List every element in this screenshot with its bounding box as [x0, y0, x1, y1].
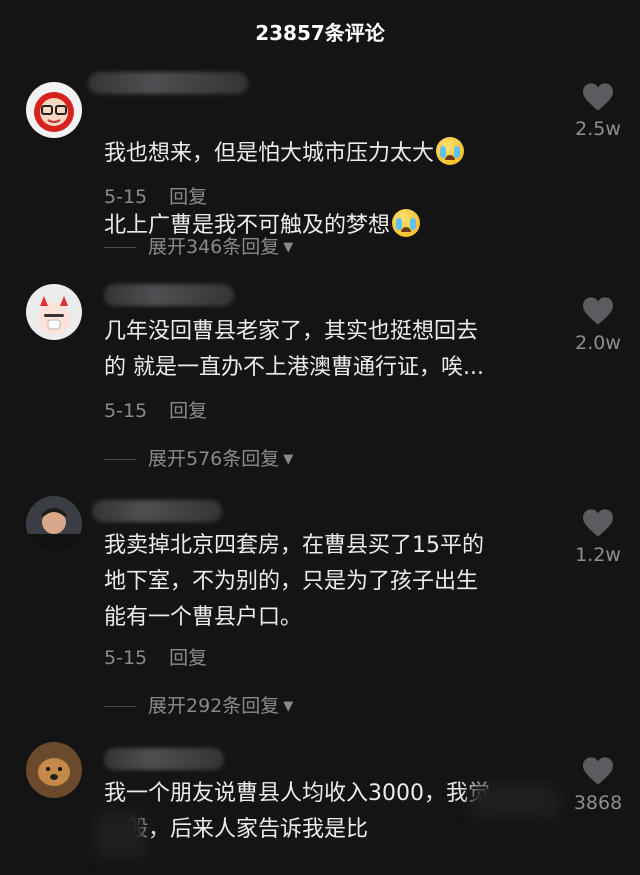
- comment-meta: 5-15 回复: [104, 396, 207, 423]
- comment-meta: 5-15 回复: [104, 643, 207, 670]
- caret-down-icon: ▼: [283, 240, 294, 255]
- blur-overlay: [96, 810, 146, 860]
- expand-replies-button[interactable]: 展开346条回复 ▼: [104, 232, 293, 259]
- like-count: 2.5w: [575, 118, 621, 140]
- comment-text: 几年没回曹县老家了，其实也挺想回去 的 就是一直办不上港澳曹通行证，唉...: [104, 319, 484, 380]
- heart-icon: [583, 83, 613, 111]
- expand-replies-label: 展开292条回复: [148, 695, 280, 717]
- crying-emoji-icon: [392, 209, 421, 237]
- expand-replies-label: 展开346条回复: [148, 236, 280, 258]
- comments-title: 23857条评论: [255, 21, 385, 45]
- reply-button[interactable]: 回复: [169, 186, 207, 208]
- comment-meta: 5-15 回复: [104, 182, 207, 209]
- heart-icon: [583, 509, 613, 537]
- divider-line: [104, 706, 136, 707]
- expand-replies-button[interactable]: 展开292条回复 ▼: [104, 691, 293, 718]
- like-button[interactable]: 2.5w: [566, 82, 630, 140]
- comment-date: 5-15: [104, 400, 148, 422]
- like-button[interactable]: 3868: [566, 756, 630, 814]
- like-button[interactable]: 2.0w: [566, 296, 630, 354]
- heart-icon: [583, 297, 613, 325]
- comment-date: 5-15: [104, 647, 148, 669]
- crying-emoji-icon: [436, 137, 465, 165]
- comment-text-line: 我也想来，但是怕大城市压力太大: [104, 141, 435, 166]
- divider-line: [104, 459, 136, 460]
- like-button[interactable]: 1.2w: [566, 508, 630, 566]
- avatar[interactable]: [26, 742, 82, 798]
- caret-down-icon: ▼: [283, 699, 294, 714]
- username-blurred[interactable]: [88, 72, 248, 94]
- expand-replies-label: 展开576条回复: [148, 448, 280, 470]
- comment-text: 我卖掉北京四套房，在曹县买了15平的 地下室，不为别的，只是为了孩子出生 能有一…: [104, 533, 484, 630]
- comment-date: 5-15: [104, 186, 148, 208]
- reply-button[interactable]: 回复: [169, 647, 207, 669]
- heart-icon: [583, 757, 613, 785]
- blur-overlay: [470, 784, 560, 818]
- like-count: 1.2w: [575, 544, 621, 566]
- like-count: 2.0w: [575, 332, 621, 354]
- username-blurred[interactable]: [104, 748, 224, 770]
- reply-button[interactable]: 回复: [169, 400, 207, 422]
- username-blurred[interactable]: [104, 284, 234, 306]
- username-blurred[interactable]: [92, 500, 222, 522]
- expand-replies-button[interactable]: 展开576条回复 ▼: [104, 444, 293, 471]
- avatar[interactable]: [26, 82, 82, 138]
- avatar[interactable]: [26, 496, 82, 552]
- avatar[interactable]: [26, 284, 82, 340]
- like-count: 3868: [573, 792, 623, 814]
- caret-down-icon: ▼: [283, 452, 294, 467]
- divider-line: [104, 247, 136, 248]
